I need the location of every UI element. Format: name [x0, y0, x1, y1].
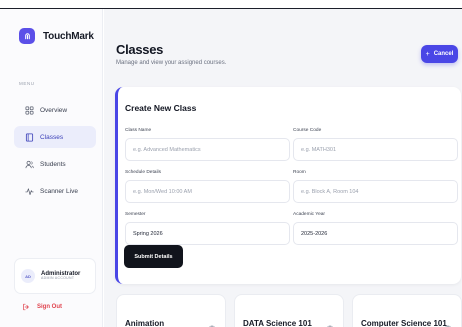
sidebar-item-scanner-live[interactable]: Scanner Live [14, 180, 96, 202]
trash-icon[interactable] [444, 321, 452, 327]
cancel-button[interactable]: + Cancel [421, 45, 458, 63]
class-card[interactable]: Animation [116, 294, 226, 327]
class-name-field: Class Name e.g. Advanced Mathematics [125, 128, 290, 161]
class-name: Animation [125, 319, 165, 327]
grid-icon [24, 105, 34, 115]
sidebar-item-label: Overview [40, 106, 68, 114]
main-content: Classes Manage and view your assigned co… [104, 9, 462, 327]
academic-year-input[interactable]: 2025-2026 [293, 222, 458, 245]
class-name-input[interactable]: e.g. Advanced Mathematics [125, 138, 290, 161]
field-label: Semester [125, 212, 146, 217]
sign-out-label: Sign Out [37, 304, 62, 310]
sign-out-button[interactable]: Sign Out [22, 303, 62, 311]
semester-field: Semester Spring 2026 [125, 212, 290, 245]
menu-section-label: MENU [19, 81, 35, 86]
class-name: Computer Science 101 [361, 319, 447, 327]
brand[interactable]: TouchMark [19, 28, 94, 44]
field-label: Class Name [125, 128, 152, 133]
book-icon [24, 132, 34, 142]
sidebar: TouchMark MENU Overview Classes Students [0, 9, 103, 327]
academic-year-field: Academic Year 2025-2026 [293, 212, 458, 245]
sign-out-icon [23, 303, 29, 311]
submit-details-button[interactable]: Submit Details [124, 245, 183, 268]
sidebar-item-overview[interactable]: Overview [14, 99, 96, 121]
sidebar-nav: Overview Classes Students Scanner Live [14, 99, 96, 207]
avatar: AD [21, 269, 35, 283]
field-label: Academic Year [293, 212, 325, 217]
user-role: ADMIN ACCOUNT [41, 276, 75, 281]
semester-input[interactable]: Spring 2026 [125, 222, 290, 245]
course-code-input[interactable]: e.g. MATH301 [293, 138, 458, 161]
cancel-label: Cancel [433, 51, 454, 57]
schedule-details-field: Schedule Details e.g. Mon/Wed 10:00 AM [125, 170, 290, 203]
user-profile-card[interactable]: AD Administrator ADMIN ACCOUNT [14, 258, 96, 294]
field-label: Schedule Details [125, 170, 161, 175]
form-title: Create New Class [125, 103, 197, 113]
room-field: Room e.g. Block A, Room 104 [293, 170, 458, 203]
sidebar-item-label: Classes [40, 133, 64, 141]
sidebar-item-students[interactable]: Students [14, 153, 96, 175]
class-card[interactable]: DATA Science 101 [234, 294, 344, 327]
field-label: Course Code [293, 128, 322, 133]
sidebar-item-classes[interactable]: Classes [14, 126, 96, 148]
field-label: Room [293, 170, 306, 175]
trash-icon[interactable] [208, 321, 216, 327]
plus-icon: + [425, 50, 430, 58]
class-name: DATA Science 101 [243, 319, 312, 327]
class-card[interactable]: Computer Science 101 [352, 294, 462, 327]
page-subtitle: Manage and view your assigned courses. [116, 60, 227, 66]
sidebar-item-label: Students [40, 160, 66, 168]
create-class-form: Create New Class Class Name e.g. Advance… [115, 87, 461, 284]
pulse-icon [24, 186, 34, 196]
page-title: Classes [116, 42, 164, 57]
users-icon [24, 159, 34, 169]
brand-name: TouchMark [43, 30, 94, 42]
trash-icon[interactable] [326, 321, 334, 327]
touchmark-logo-icon [19, 28, 35, 44]
room-input[interactable]: e.g. Block A, Room 104 [293, 180, 458, 203]
schedule-details-input[interactable]: e.g. Mon/Wed 10:00 AM [125, 180, 290, 203]
course-code-field: Course Code e.g. MATH301 [293, 128, 458, 161]
sidebar-item-label: Scanner Live [40, 187, 78, 195]
